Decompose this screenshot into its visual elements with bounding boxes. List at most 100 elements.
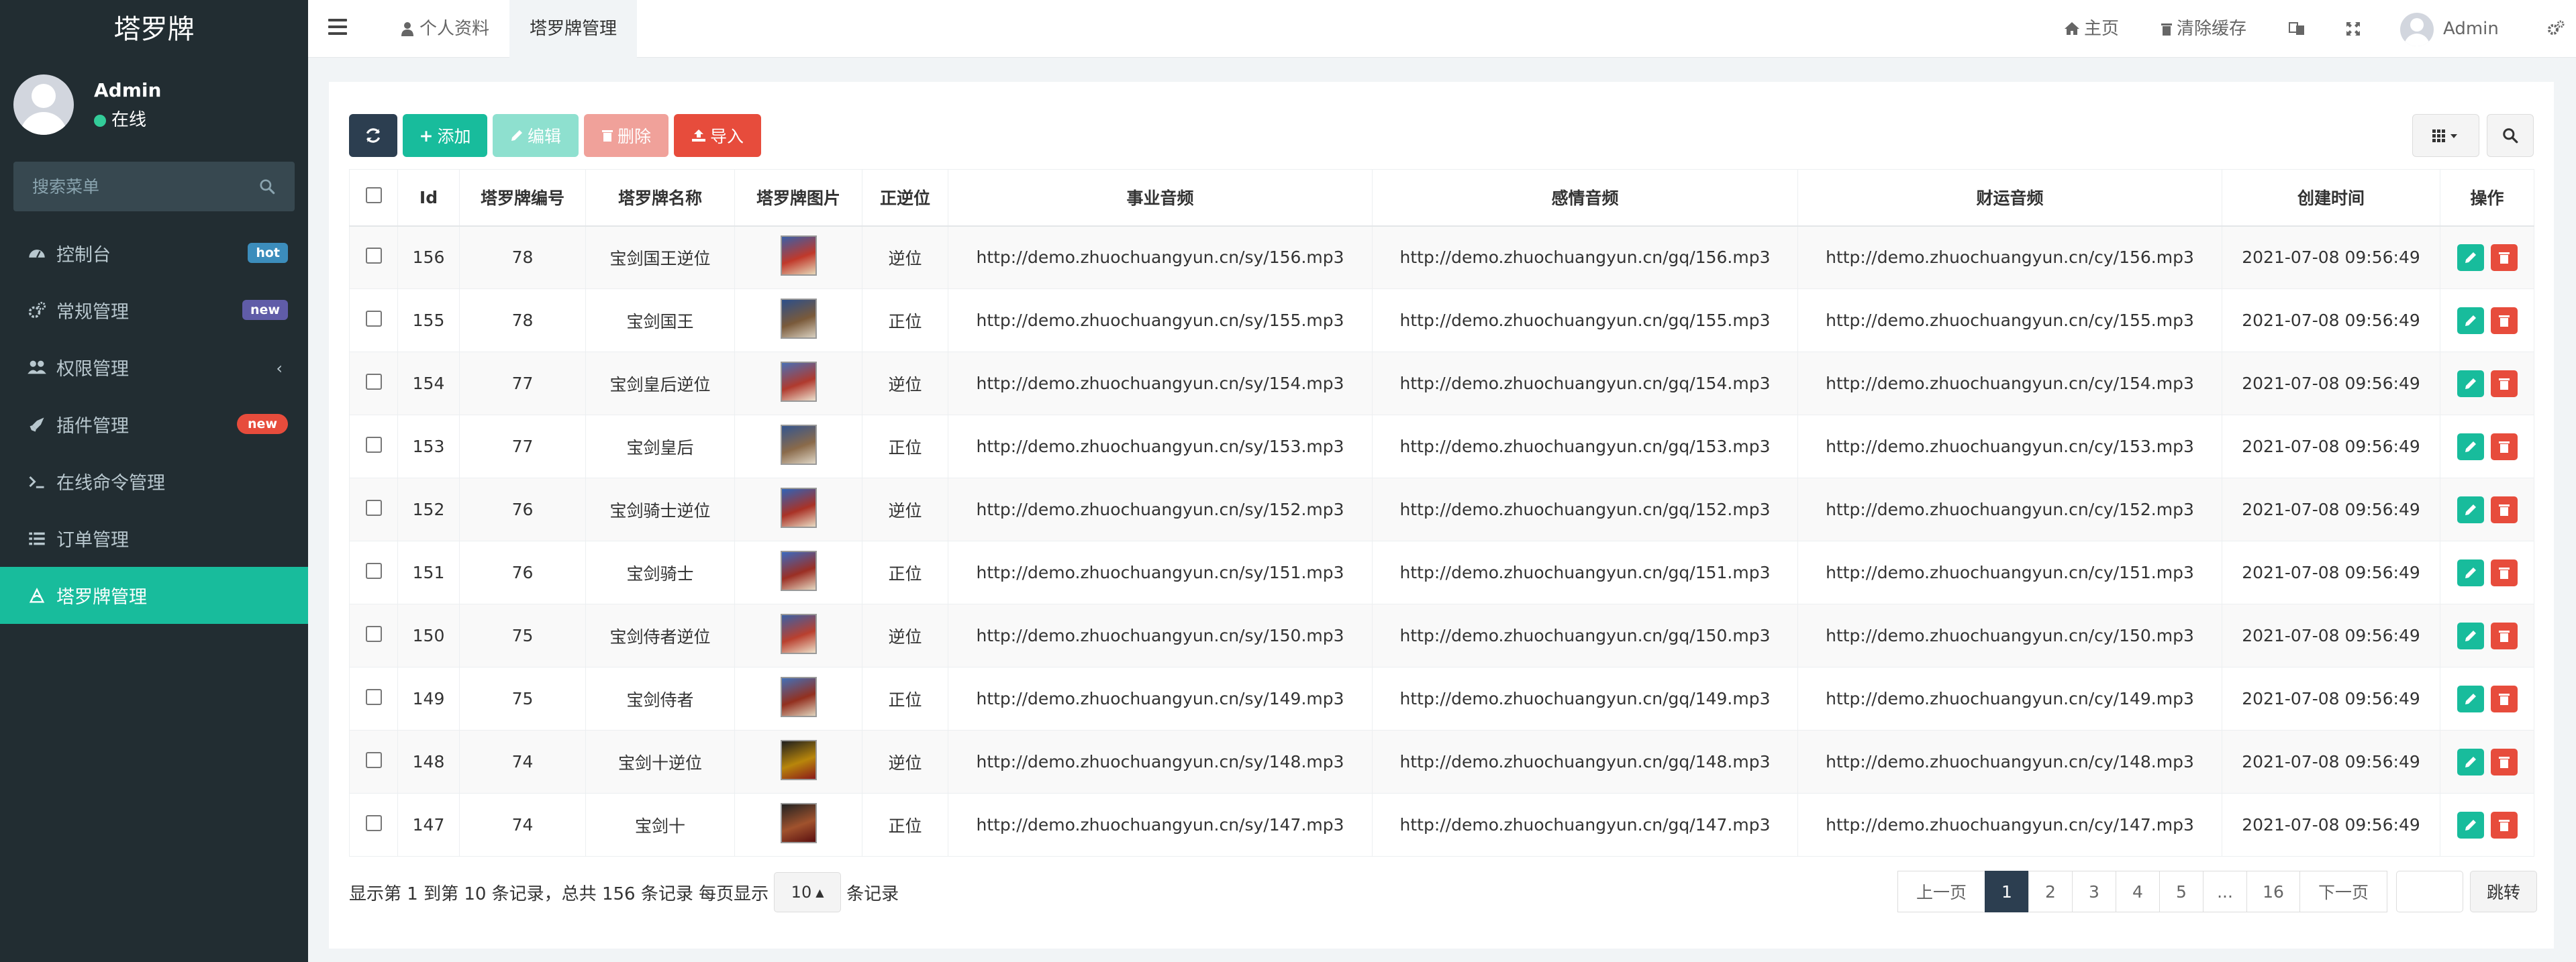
card-thumbnail[interactable] xyxy=(780,235,817,276)
menu-search-input[interactable] xyxy=(13,162,295,211)
row-checkbox[interactable] xyxy=(365,373,382,390)
table-row[interactable]: 154 77 宝剑皇后逆位 逆位 http://demo.zhuochuangyun.c… xyxy=(349,352,2534,415)
clear-cache-button[interactable]: 清除缓存 xyxy=(2161,0,2246,58)
row-delete-button[interactable] xyxy=(2490,685,2518,712)
admin-menu[interactable]: Admin xyxy=(2400,0,2499,58)
select-cell xyxy=(349,288,398,352)
refresh-button[interactable] xyxy=(349,114,397,157)
page-button[interactable]: 3 xyxy=(2072,871,2116,912)
page-button[interactable]: 1 xyxy=(1985,871,2029,912)
column-header[interactable]: 感情音频 xyxy=(1372,169,1798,227)
row-edit-button[interactable] xyxy=(2457,559,2484,586)
add-button[interactable]: + 添加 xyxy=(403,114,487,157)
row-edit-button[interactable] xyxy=(2457,244,2484,271)
table-row[interactable]: 152 76 宝剑骑士逆位 逆位 http://demo.zhuochuangyun.c… xyxy=(349,478,2534,541)
table-row[interactable]: 151 76 宝剑骑士 正位 http://demo.zhuochuangyun.cn/… xyxy=(349,541,2534,604)
column-header[interactable]: 塔罗牌图片 xyxy=(734,169,862,227)
row-checkbox[interactable] xyxy=(365,562,382,579)
card-thumbnail[interactable] xyxy=(780,676,817,717)
sidebar-item-plugins[interactable]: 插件管理 new xyxy=(0,396,308,453)
card-thumbnail[interactable] xyxy=(780,739,817,780)
row-edit-button[interactable] xyxy=(2457,622,2484,649)
import-button[interactable]: 导入 xyxy=(674,114,761,157)
row-delete-button[interactable] xyxy=(2490,622,2518,649)
page-button[interactable]: 4 xyxy=(2116,871,2160,912)
sidebar-item-dashboard[interactable]: 控制台 hot xyxy=(0,225,308,282)
page-size-select[interactable]: 10 ▲ xyxy=(774,872,842,912)
row-checkbox[interactable] xyxy=(365,499,382,516)
menu-toggle-icon[interactable] xyxy=(328,19,347,35)
table-search-button[interactable] xyxy=(2487,114,2534,157)
sidebar-item-general[interactable]: 常规管理 new xyxy=(0,282,308,339)
sidebar-item-tarot[interactable]: 塔罗牌管理 xyxy=(0,567,308,624)
sidebar-item-permissions[interactable]: 权限管理 ‹ xyxy=(0,339,308,396)
sidebar-item-terminal[interactable]: 在线命令管理 xyxy=(0,453,308,510)
card-thumbnail[interactable] xyxy=(780,550,817,591)
home-link[interactable]: 主页 xyxy=(2064,0,2119,58)
card-thumbnail[interactable] xyxy=(780,487,817,528)
card-thumbnail[interactable] xyxy=(780,802,817,843)
row-checkbox[interactable] xyxy=(365,751,382,768)
column-header[interactable]: 创建时间 xyxy=(2222,169,2440,227)
trash-icon xyxy=(2498,693,2510,705)
table-row[interactable]: 150 75 宝剑侍者逆位 逆位 http://demo.zhuochuangyun.c… xyxy=(349,604,2534,667)
row-delete-button[interactable] xyxy=(2490,433,2518,460)
row-checkbox[interactable] xyxy=(365,814,382,831)
row-edit-button[interactable] xyxy=(2457,811,2484,839)
column-header[interactable]: 塔罗牌编号 xyxy=(459,169,586,227)
row-edit-button[interactable] xyxy=(2457,433,2484,460)
column-header[interactable]: 塔罗牌名称 xyxy=(585,169,735,227)
page-button[interactable]: 5 xyxy=(2159,871,2203,912)
prev-page-button[interactable]: 上一页 xyxy=(1897,871,1985,912)
column-header[interactable]: 事业音频 xyxy=(948,169,1373,227)
table-row[interactable]: 153 77 宝剑皇后 正位 http://demo.zhuochuangyun.cn/… xyxy=(349,415,2534,478)
row-checkbox[interactable] xyxy=(365,688,382,705)
row-checkbox[interactable] xyxy=(365,436,382,453)
row-delete-button[interactable] xyxy=(2490,559,2518,586)
row-delete-button[interactable] xyxy=(2490,496,2518,523)
page-button[interactable]: 16 xyxy=(2246,871,2300,912)
card-thumbnail[interactable] xyxy=(780,424,817,465)
row-delete-button[interactable] xyxy=(2490,307,2518,334)
row-edit-button[interactable] xyxy=(2457,370,2484,397)
fullscreen-button[interactable] xyxy=(2345,0,2361,58)
brand-logo[interactable]: 塔罗牌 xyxy=(0,0,308,59)
settings-button[interactable] xyxy=(2546,0,2565,58)
sidebar-item-orders[interactable]: 订单管理 xyxy=(0,510,308,567)
next-page-button[interactable]: 下一页 xyxy=(2299,871,2387,912)
delete-button[interactable]: 删除 xyxy=(584,114,668,157)
edit-button[interactable]: 编辑 xyxy=(493,114,579,157)
column-header[interactable]: 正逆位 xyxy=(862,169,948,227)
card-thumbnail[interactable] xyxy=(780,361,817,402)
row-edit-button[interactable] xyxy=(2457,748,2484,776)
row-checkbox[interactable] xyxy=(365,625,382,642)
table-row[interactable]: 148 74 宝剑十逆位 逆位 http://demo.zhuochuangyun.cn… xyxy=(349,730,2534,794)
page-button[interactable]: 2 xyxy=(2028,871,2073,912)
card-thumbnail[interactable] xyxy=(780,298,817,339)
row-checkbox[interactable] xyxy=(365,310,382,327)
row-delete-button[interactable] xyxy=(2490,748,2518,776)
table-row[interactable]: 149 75 宝剑侍者 正位 http://demo.zhuochuangyun.cn/… xyxy=(349,667,2534,731)
tab-profile[interactable]: 个人资料 xyxy=(381,0,509,58)
columns-toggle-button[interactable] xyxy=(2412,114,2479,157)
search-icon[interactable] xyxy=(258,178,276,195)
column-header[interactable]: 财运音频 xyxy=(1797,169,2222,227)
column-header[interactable]: Id xyxy=(397,169,460,227)
table-row[interactable]: 147 74 宝剑十 正位 http://demo.zhuochuangyun.cn/s… xyxy=(349,793,2534,857)
row-delete-button[interactable] xyxy=(2490,244,2518,271)
trash-icon xyxy=(2498,504,2510,516)
row-delete-button[interactable] xyxy=(2490,811,2518,839)
translate-button[interactable] xyxy=(2288,0,2306,58)
row-checkbox[interactable] xyxy=(365,247,382,264)
select-all-checkbox[interactable] xyxy=(365,187,382,204)
row-delete-button[interactable] xyxy=(2490,370,2518,397)
table-row[interactable]: 155 78 宝剑国王 正位 http://demo.zhuochuangyun.cn/… xyxy=(349,288,2534,352)
table-row[interactable]: 156 78 宝剑国王逆位 逆位 http://demo.zhuochuangyun.c… xyxy=(349,225,2534,289)
row-edit-button[interactable] xyxy=(2457,685,2484,712)
tab-tarot[interactable]: 塔罗牌管理 xyxy=(509,0,638,58)
row-edit-button[interactable] xyxy=(2457,307,2484,334)
jump-page-input[interactable] xyxy=(2396,871,2463,912)
card-thumbnail[interactable] xyxy=(780,613,817,654)
row-edit-button[interactable] xyxy=(2457,496,2484,523)
jump-button[interactable]: 跳转 xyxy=(2470,871,2537,912)
